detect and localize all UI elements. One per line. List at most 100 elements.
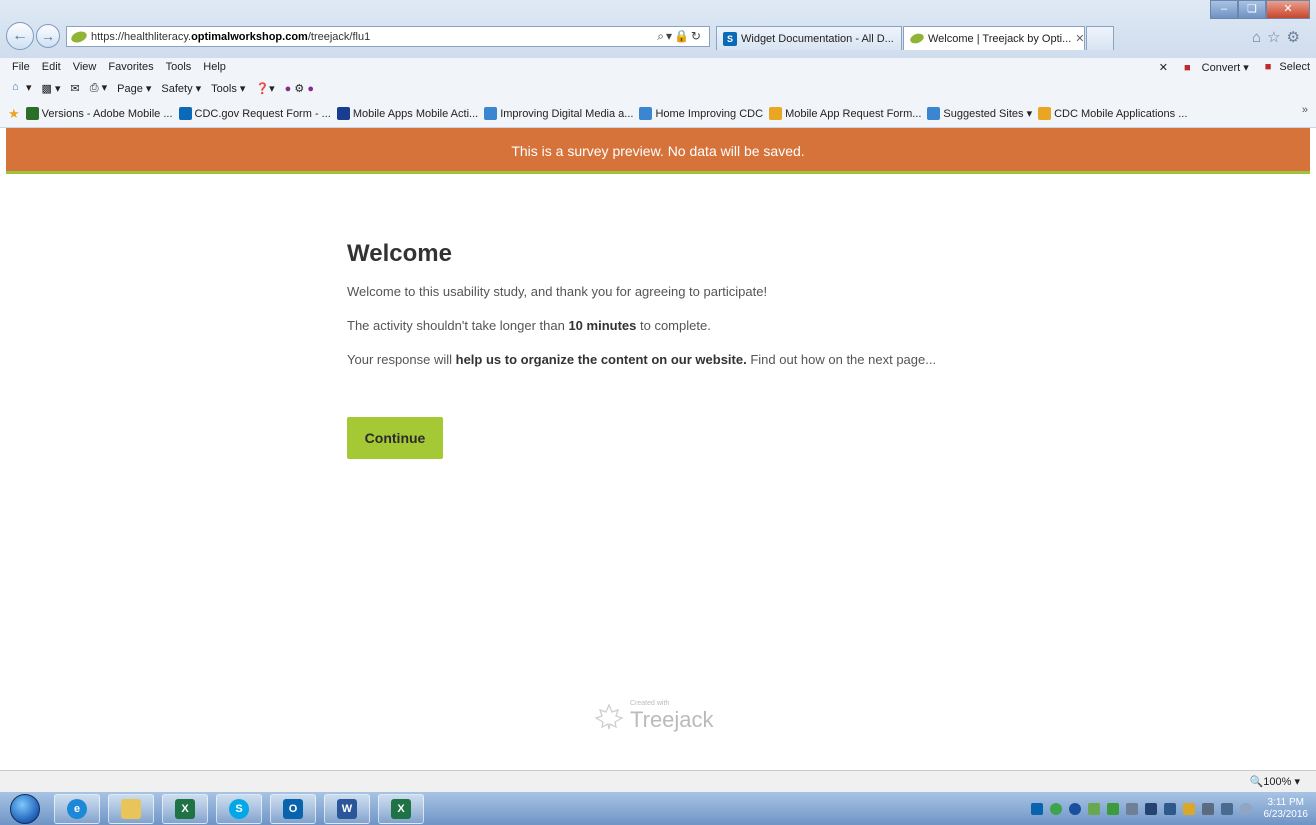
status-bar: 🔍100% ▾ [0,770,1316,792]
treejack-logo: Created with Treejack [594,700,714,733]
mail-icon: ✉ [70,82,80,95]
taskbar-skype[interactable]: S [216,793,262,824]
security-tray-icon[interactable] [1087,802,1100,815]
continue-button[interactable]: Continue [347,417,443,459]
menubar-addons: ✕ ■ Convert ▾ ■ Select [1151,58,1310,76]
command-bar: ⌂ ▾ ▩ ▾ ✉ ⎙ ▾ Page ▾ Safety ▾ Tools ▾ ❓▾ … [0,76,1316,100]
forward-button[interactable]: → [36,24,60,48]
fav-item[interactable]: Mobile Apps Mobile Acti... [336,107,478,120]
menu-view[interactable]: View [73,61,97,73]
outlook-tray-icon[interactable] [1030,802,1043,815]
clock[interactable]: 3:11 PM 6/23/2016 [1264,797,1309,821]
favorites-star-icon[interactable]: ☆ [1267,29,1286,46]
window-controls: – ❏ ✕ [1210,0,1310,19]
network-tray-icon[interactable] [1144,802,1157,815]
device-tray-icon[interactable] [1201,802,1214,815]
close-window-button[interactable]: ✕ [1266,0,1310,19]
bluetooth-icon[interactable] [1068,802,1081,815]
taskbar-excel[interactable]: X [378,793,424,824]
home-icon: ⌂ [12,81,19,94]
restore-button[interactable]: ❏ [1238,0,1266,19]
select-button[interactable]: ■ Select [1257,61,1310,73]
back-button[interactable]: ← [6,22,34,50]
convert-button[interactable]: ■ Convert ▾ [1176,61,1249,74]
taskbar: e X S O W X 3:11 PM 6/23/2016 [0,792,1316,825]
welcome-content: Welcome Welcome to this usability study,… [347,240,947,384]
taskbar-word[interactable]: W [324,793,370,824]
taskbar-outlook[interactable]: O [270,793,316,824]
ie-page-icon [484,107,498,120]
help-button[interactable]: ❓▾ [255,82,274,95]
minimize-button[interactable]: – [1210,0,1238,19]
taskbar-excel[interactable]: X [162,793,208,824]
menu-bar: File Edit View Favorites Tools Help ✕ ■ … [0,58,1316,76]
taskbar-ie[interactable]: e [54,793,100,824]
purpose-text: Your response will help us to organize t… [347,352,937,367]
chevron-right-icon[interactable]: » [1302,104,1308,116]
menu-tools[interactable]: Tools [166,61,192,73]
tools-menu[interactable]: Tools ▾ [211,82,245,95]
new-tab-button[interactable] [1086,26,1114,50]
fav-item[interactable]: Home Improving CDC [639,107,763,120]
gear-icon[interactable]: ⚙ [1287,29,1306,46]
browser-toolbar-icons: ⌂☆⚙ [1252,28,1306,46]
favorites-star-icon[interactable]: ★ [8,106,20,122]
home-icon[interactable]: ⌂ [1252,29,1267,46]
tab-title: Widget Documentation - All D... [741,32,894,45]
volume-icon[interactable] [1239,802,1252,815]
help-icon: ❓ [255,82,270,95]
tab-widget-documentation[interactable]: S Widget Documentation - All D... [716,26,902,50]
fav-item[interactable]: Improving Digital Media a... [484,107,633,120]
pdf-icon: ■ [1183,61,1191,74]
addon-buttons[interactable]: ● ⚙ ● [285,82,314,95]
home-button[interactable]: ⌂ ▾ [12,81,32,95]
safety-menu[interactable]: Safety ▾ [161,82,201,95]
zoom-control[interactable]: 🔍100% ▾ [1250,775,1300,788]
ie-icon: e [67,798,87,819]
fav-item[interactable]: Versions - Adobe Mobile ... [25,107,173,120]
address-bar[interactable]: https://healthliteracy.optimalworkshop.c… [66,26,710,47]
lock-tray-icon[interactable] [1182,802,1195,815]
fav-icon [336,107,350,120]
menu-favorites[interactable]: Favorites [108,61,153,73]
display-tray-icon[interactable] [1163,802,1176,815]
fav-item[interactable]: CDC Mobile Applications ... [1038,107,1187,120]
fav-item-suggested-sites[interactable]: Suggested Sites ▾ [927,107,1032,120]
outlook-icon: O [283,798,303,819]
zoom-icon: 🔍 [1249,776,1264,788]
address-url: https://healthliteracy.optimalworkshop.c… [91,30,371,43]
close-tab-icon[interactable]: ✕ [1075,32,1084,45]
start-button[interactable] [10,793,40,824]
skype-icon: S [229,798,249,819]
fav-icon [1038,107,1052,120]
maple-leaf-icon [594,703,624,729]
address-tools-icons[interactable]: ⌕▾🔒↻ [657,29,703,44]
fav-item[interactable]: CDC.gov Request Form - ... [178,107,331,120]
pen-tray-icon[interactable] [1125,802,1138,815]
ie-page-icon [927,107,941,120]
print-button[interactable]: ⎙ ▾ [90,81,107,95]
fav-icon [178,107,192,120]
tab-welcome-treejack[interactable]: Welcome | Treejack by Opti... ✕ [903,26,1085,50]
treejack-favicon-icon [908,31,926,46]
feeds-button[interactable]: ▩ ▾ [42,82,61,95]
fav-icon [769,107,783,120]
folder-icon [121,798,141,819]
menu-edit[interactable]: Edit [42,61,61,73]
monitor-tray-icon[interactable] [1220,802,1233,815]
mail-button[interactable]: ✉ [71,82,80,95]
menu-file[interactable]: File [12,61,30,73]
taskbar-explorer[interactable] [108,793,154,824]
addon-icon: ● [284,82,292,95]
fav-item[interactable]: Mobile App Request Form... [769,107,921,120]
clock-time: 3:11 PM [1267,796,1305,808]
printer-icon: ⎙ [89,82,99,94]
menu-help[interactable]: Help [203,61,226,73]
select-icon: ■ [1264,61,1272,73]
close-addon-icon[interactable]: ✕ [1159,61,1168,74]
page-menu[interactable]: Page ▾ [117,82,151,95]
addon-icon: ● [307,82,314,95]
system-tray: 3:11 PM 6/23/2016 [1024,792,1309,825]
sync-tray-icon[interactable] [1049,802,1062,815]
app-tray-icon[interactable] [1106,802,1119,815]
